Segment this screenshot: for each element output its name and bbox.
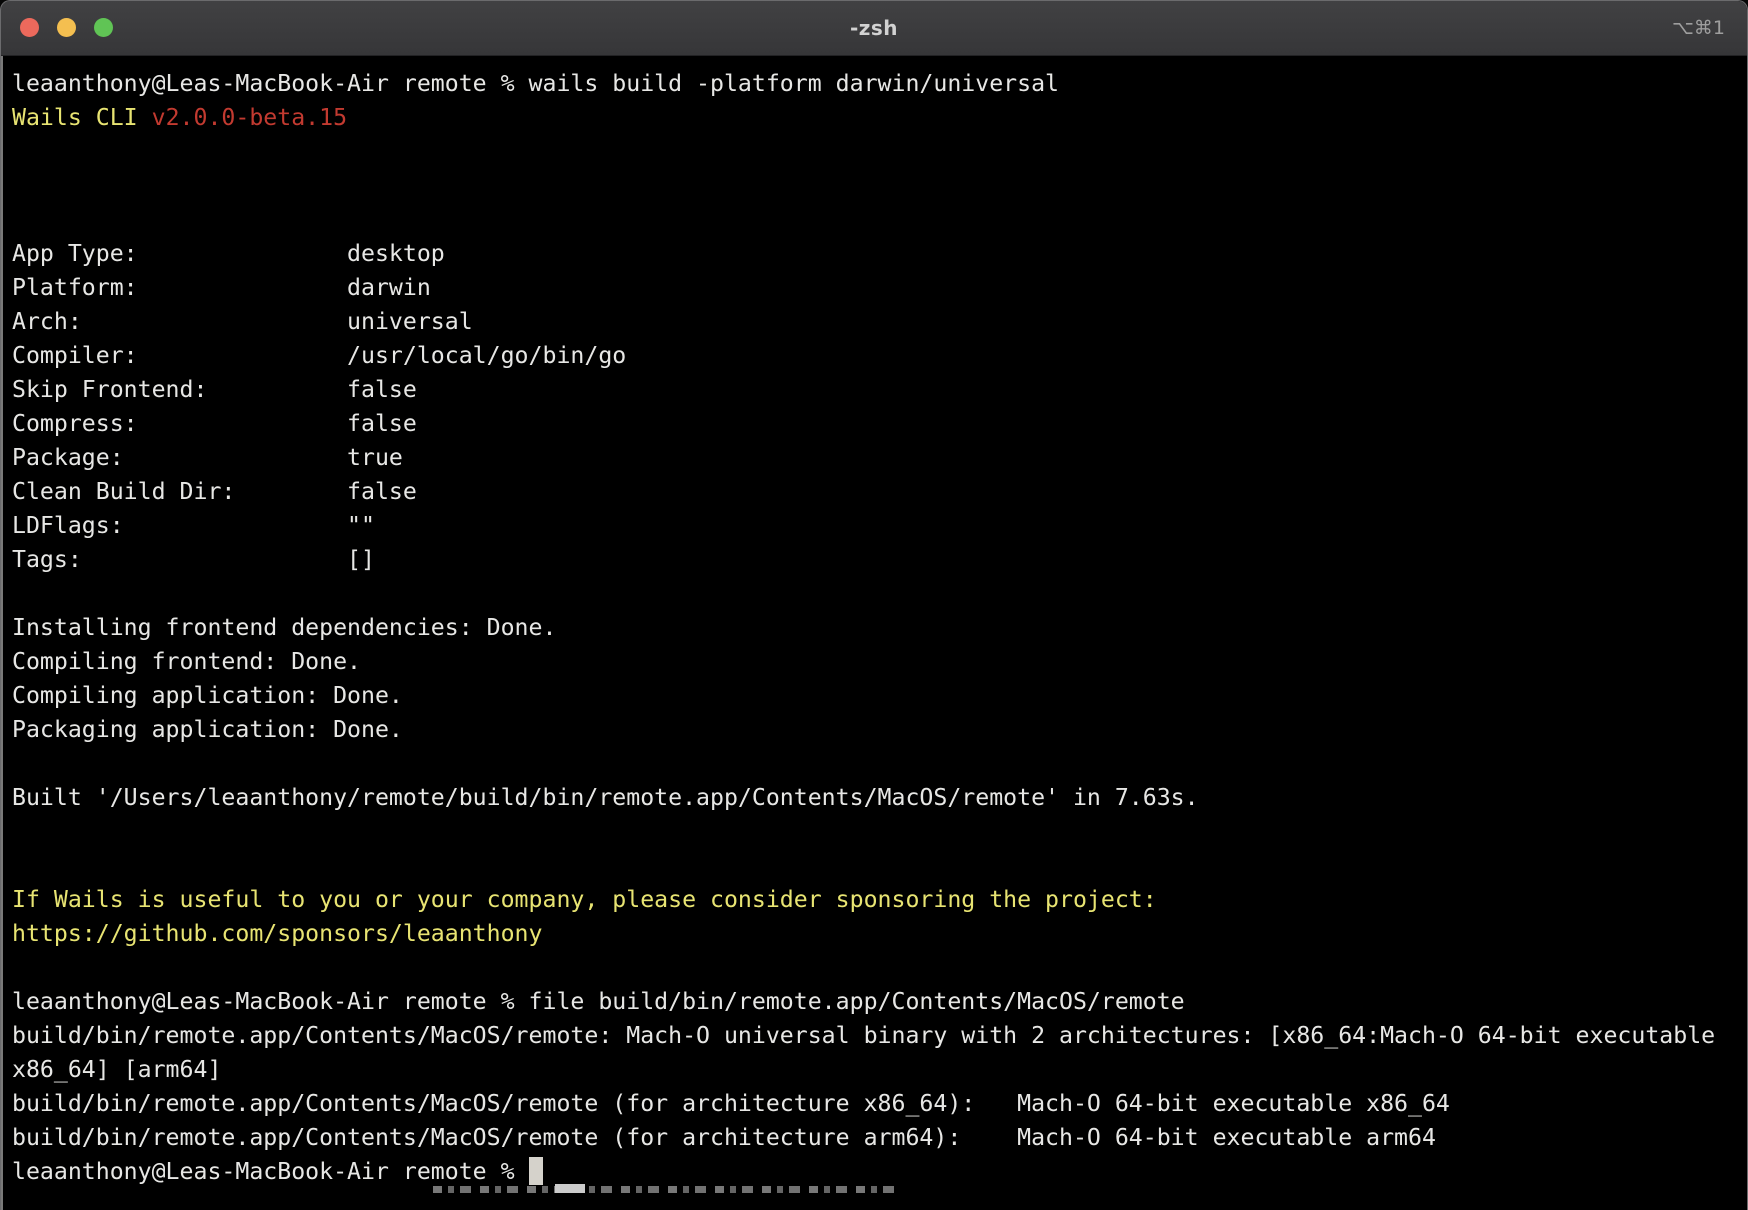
- terminal-line: [12, 815, 1747, 849]
- terminal-line: leaanthony@Leas-MacBook-Air remote % wai…: [12, 67, 1747, 101]
- terminal-text-segment: x86_64] [arm64]: [12, 1056, 221, 1083]
- terminal-text-segment: Compiling frontend: Done.: [12, 648, 361, 675]
- terminal-line: [12, 849, 1747, 883]
- terminal-text-segment: Tags: []: [12, 546, 375, 573]
- terminal-line: [12, 951, 1747, 985]
- terminal-text-segment: leaanthony@Leas-MacBook-Air remote % fil…: [12, 988, 1185, 1015]
- terminal-line: Installing frontend dependencies: Done.: [12, 611, 1747, 645]
- titlebar[interactable]: -zsh ⌥⌘1: [1, 1, 1747, 56]
- terminal-text-segment: Platform: darwin: [12, 274, 431, 301]
- window-title: -zsh: [850, 1, 898, 56]
- terminal-output[interactable]: leaanthony@Leas-MacBook-Air remote % wai…: [1, 56, 1747, 1189]
- terminal-text-segment: build/bin/remote.app/Contents/MacOS/remo…: [12, 1124, 1436, 1151]
- terminal-line: Package: true: [12, 441, 1747, 475]
- terminal-text-segment: LDFlags: "": [12, 512, 375, 539]
- terminal-line: Compiling frontend: Done.: [12, 645, 1747, 679]
- terminal-text-segment: leaanthony@Leas-MacBook-Air remote %: [12, 1158, 529, 1185]
- terminal-text-segment: Wails CLI: [12, 104, 152, 131]
- terminal-line: https://github.com/sponsors/leaanthony: [12, 917, 1747, 951]
- terminal-line: LDFlags: "": [12, 509, 1747, 543]
- terminal-line: Compress: false: [12, 407, 1747, 441]
- terminal-line: Arch: universal: [12, 305, 1747, 339]
- terminal-line: Tags: []: [12, 543, 1747, 577]
- terminal-text-segment: build/bin/remote.app/Contents/MacOS/remo…: [12, 1022, 1729, 1049]
- terminal-text-segment: https://github.com/sponsors/leaanthony: [12, 920, 542, 947]
- terminal-line: leaanthony@Leas-MacBook-Air remote % fil…: [12, 985, 1747, 1019]
- terminal-line: [12, 135, 1747, 169]
- terminal-text-segment: Clean Build Dir: false: [12, 478, 417, 505]
- terminal-line: Platform: darwin: [12, 271, 1747, 305]
- terminal-line: [12, 169, 1747, 203]
- terminal-text-segment: Built '/Users/leaanthony/remote/build/bi…: [12, 784, 1199, 811]
- terminal-text-segment: v2.0.0-beta.15: [152, 104, 347, 131]
- terminal-text-segment: Compiler: /usr/local/go/bin/go: [12, 342, 626, 369]
- terminal-window: -zsh ⌥⌘1 leaanthony@Leas-MacBook-Air rem…: [0, 0, 1748, 1210]
- terminal-line: Compiler: /usr/local/go/bin/go: [12, 339, 1747, 373]
- terminal-line: Clean Build Dir: false: [12, 475, 1747, 509]
- traffic-lights: [20, 18, 113, 37]
- terminal-line: x86_64] [arm64]: [12, 1053, 1747, 1087]
- terminal-line: App Type: desktop: [12, 237, 1747, 271]
- terminal-line: build/bin/remote.app/Contents/MacOS/remo…: [12, 1019, 1747, 1053]
- minimize-button[interactable]: [57, 18, 76, 37]
- terminal-text-segment: Packaging application: Done.: [12, 716, 403, 743]
- terminal-text-segment: build/bin/remote.app/Contents/MacOS/remo…: [12, 1090, 1450, 1117]
- terminal-text-segment: Installing frontend dependencies: Done.: [12, 614, 556, 641]
- terminal-line: Packaging application: Done.: [12, 713, 1747, 747]
- terminal-line: [12, 577, 1747, 611]
- terminal-line: If Wails is useful to you or your compan…: [12, 883, 1747, 917]
- terminal-text-segment: Arch: universal: [12, 308, 473, 335]
- terminal-text-segment: Compiling application: Done.: [12, 682, 403, 709]
- terminal-line: build/bin/remote.app/Contents/MacOS/remo…: [12, 1121, 1747, 1155]
- terminal-text-segment: If Wails is useful to you or your compan…: [12, 886, 1157, 913]
- terminal-text-segment: Package: true: [12, 444, 403, 471]
- terminal-line: Built '/Users/leaanthony/remote/build/bi…: [12, 781, 1747, 815]
- terminal-text-segment: App Type: desktop: [12, 240, 445, 267]
- terminal-line: Wails CLI v2.0.0-beta.15: [12, 101, 1747, 135]
- terminal-line: [12, 203, 1747, 237]
- terminal-text-segment: Compress: false: [12, 410, 417, 437]
- zoom-button[interactable]: [94, 18, 113, 37]
- terminal-line: Skip Frontend: false: [12, 373, 1747, 407]
- terminal-line: [12, 747, 1747, 781]
- close-button[interactable]: [20, 18, 39, 37]
- terminal-text-segment: Skip Frontend: false: [12, 376, 417, 403]
- terminal-line: Compiling application: Done.: [12, 679, 1747, 713]
- terminal-line: build/bin/remote.app/Contents/MacOS/remo…: [12, 1087, 1747, 1121]
- terminal-cursor: [529, 1157, 543, 1185]
- window-shortcut-badge: ⌥⌘1: [1672, 1, 1725, 56]
- terminal-text-segment: leaanthony@Leas-MacBook-Air remote % wai…: [12, 70, 1059, 97]
